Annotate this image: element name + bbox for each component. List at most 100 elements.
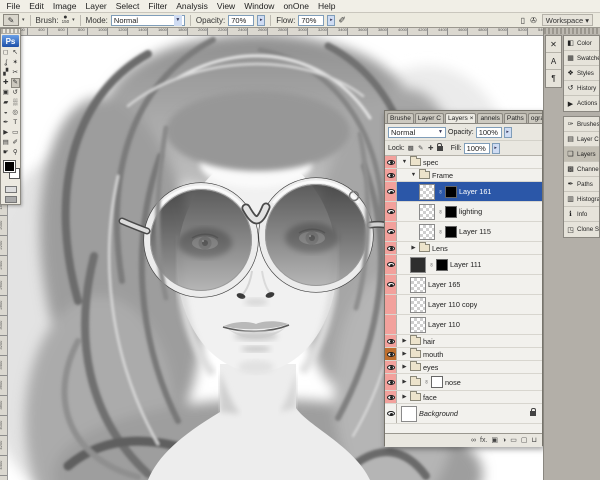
layer-thumbnail[interactable] [410, 317, 426, 333]
layer-name[interactable]: Lens [432, 244, 448, 253]
dock-grip[interactable] [544, 28, 600, 34]
layer-row[interactable]: ▶ eyes [385, 361, 542, 374]
layer-row[interactable]: ▶ hair [385, 335, 542, 348]
screen-mode-button[interactable] [5, 196, 17, 203]
dock-button-channels[interactable]: ▩Channels [564, 162, 599, 177]
add-layer-mask-icon[interactable]: ▣ [491, 437, 498, 444]
quick-mask-button[interactable] [5, 186, 17, 193]
layer-row[interactable]: ∞Layer 111 [385, 255, 542, 275]
current-tool-brush-icon[interactable]: ✎ [3, 14, 19, 26]
visibility-toggle[interactable] [385, 222, 397, 241]
visibility-toggle[interactable] [385, 169, 397, 181]
layer-name[interactable]: Layer 161 [459, 187, 491, 196]
menu-window[interactable]: Window [240, 1, 279, 11]
brush-preview[interactable]: ●150 [62, 16, 70, 24]
opacity-input[interactable]: 70% [228, 15, 254, 26]
layer-row[interactable]: ▼spec [385, 156, 542, 169]
dock-button-styles[interactable]: ❖Styles [564, 66, 599, 81]
visibility-toggle[interactable] [385, 182, 397, 201]
dock-button-clone-s-[interactable]: ◳Clone S... [564, 222, 599, 237]
layer-thumbnail[interactable] [401, 406, 417, 422]
blur-tool-icon[interactable]: ◒ [1, 108, 11, 118]
visibility-toggle[interactable] [385, 315, 397, 334]
layer-name[interactable]: face [423, 393, 437, 402]
menu-view[interactable]: View [212, 1, 239, 11]
layer-name[interactable]: Layer 165 [428, 280, 460, 289]
workspace-button[interactable]: Workspace ▾ [542, 14, 593, 26]
opacity-slider-arrow-icon[interactable]: ▸ [257, 15, 265, 26]
path-selection-tool-icon[interactable]: ▶ [1, 128, 11, 138]
move-tool-icon[interactable]: ↖ [11, 48, 21, 58]
layer-name[interactable]: hair [423, 337, 435, 346]
dock-button-histogram[interactable]: ▥Histogram [564, 192, 599, 207]
layer-fill-input[interactable]: 100% [464, 143, 490, 154]
rectangular-marquee-tool-icon[interactable]: ◻ [1, 48, 11, 58]
blend-mode-select-panel[interactable]: Normal ▼ [388, 127, 446, 138]
dock-button-info[interactable]: ℹInfo [564, 207, 599, 222]
visibility-toggle[interactable] [385, 202, 397, 221]
character-panel-icon[interactable]: A [546, 53, 561, 70]
type-tool-icon[interactable]: T [11, 118, 21, 128]
dock-button-actions[interactable]: ▶Actions [564, 96, 599, 111]
layer-mask-thumbnail[interactable] [445, 186, 457, 198]
document-icon[interactable]: ▯ [521, 16, 525, 25]
fill-arrow-icon[interactable]: ▸ [492, 143, 500, 154]
twisty-icon[interactable]: ▶ [401, 338, 408, 344]
palette-grip[interactable] [1, 29, 20, 34]
visibility-toggle[interactable] [385, 335, 397, 347]
visibility-toggle[interactable] [385, 275, 397, 294]
zoom-tool-icon[interactable]: ⚲ [11, 148, 21, 158]
layer-row[interactable]: ∞lighting [385, 202, 542, 222]
layer-name[interactable]: Layer 111 [450, 260, 481, 269]
layer-name[interactable]: Layer 115 [459, 227, 491, 236]
layer-name[interactable]: Background [419, 409, 458, 418]
paragraph-panel-icon[interactable]: ¶ [546, 70, 561, 87]
dock-button-color[interactable]: ◧Color [564, 36, 599, 51]
layer-thumbnail[interactable] [410, 257, 426, 273]
lock-transparency-icon[interactable]: ▩ [407, 144, 415, 152]
layer-name[interactable]: nose [445, 378, 461, 387]
layer-name[interactable]: eyes [423, 363, 438, 372]
layer-style-icon[interactable]: fx. [480, 437, 487, 444]
layer-thumbnail[interactable] [410, 277, 426, 293]
dodge-tool-icon[interactable]: ◎ [11, 108, 21, 118]
notes-tool-icon[interactable]: ▤ [1, 138, 11, 148]
dock-button-layer-c-[interactable]: ▤Layer C... [564, 132, 599, 147]
tab-layers-[interactable]: Layers × [445, 113, 476, 123]
menu-file[interactable]: File [2, 1, 25, 11]
hand-tool-icon[interactable]: ☛ [1, 148, 11, 158]
twisty-icon[interactable]: ▶ [410, 245, 417, 251]
foreground-color-swatch[interactable] [4, 161, 15, 172]
tab-ogram[interactable]: ogram [528, 113, 542, 123]
dock-button-brushes[interactable]: ✑Brushes [564, 117, 599, 132]
menu-filter[interactable]: Filter [144, 1, 172, 11]
eraser-tool-icon[interactable]: ▰ [1, 98, 11, 108]
layer-mask-thumbnail[interactable] [431, 376, 443, 388]
layer-row[interactable]: ▶face [385, 391, 542, 404]
twisty-icon[interactable]: ▼ [401, 159, 408, 165]
dock-button-paths[interactable]: ✒Paths [564, 177, 599, 192]
dock-button-layers[interactable]: ❏Layers [564, 147, 599, 162]
layer-row[interactable]: ▼Frame [385, 169, 542, 182]
lock-position-icon[interactable]: ✚ [427, 144, 435, 152]
dock-button-swatches[interactable]: ▦Swatches [564, 51, 599, 66]
crop-tool-icon[interactable]: ▞ [1, 68, 11, 78]
visibility-toggle[interactable] [385, 374, 397, 390]
tab-paths[interactable]: Paths [504, 113, 527, 123]
tab-brushe[interactable]: Brushe [387, 113, 414, 123]
twisty-icon[interactable]: ▶ [401, 364, 408, 370]
shape-tool-icon[interactable]: ▭ [11, 128, 21, 138]
menu-layer[interactable]: Layer [81, 1, 111, 11]
layer-row[interactable]: ∞Layer 161 [385, 182, 542, 202]
bridge-icon[interactable]: ✇ [530, 16, 537, 25]
tab-layer-c[interactable]: Layer C [415, 113, 444, 123]
tab-annels[interactable]: annels [477, 113, 502, 123]
menu-analysis[interactable]: Analysis [172, 1, 213, 11]
dock-button-history[interactable]: ↺History [564, 81, 599, 96]
clone-stamp-tool-icon[interactable]: ▣ [1, 88, 11, 98]
airbrush-toggle-icon[interactable]: ✐ [338, 15, 346, 26]
layer-name[interactable]: Layer 110 [428, 320, 460, 329]
layer-row[interactable]: Layer 165 [385, 275, 542, 295]
lock-paint-icon[interactable]: ✎ [417, 144, 425, 152]
visibility-toggle[interactable] [385, 361, 397, 373]
